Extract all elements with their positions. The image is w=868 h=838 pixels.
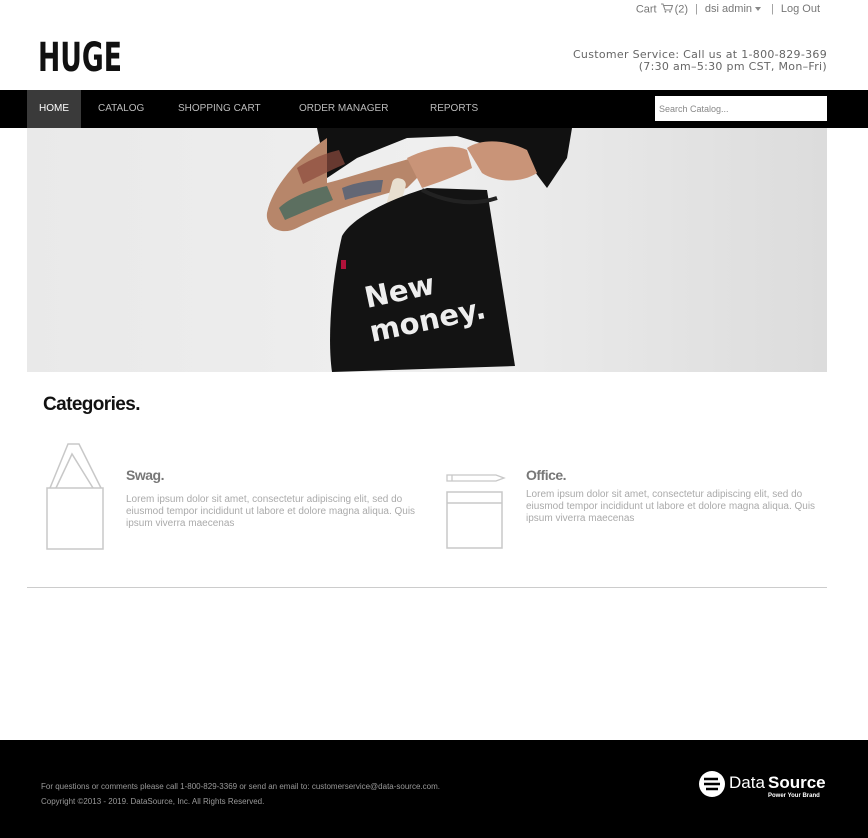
footer-contact: For questions or comments please call 1-…	[41, 782, 440, 791]
datasource-logo[interactable]: Data Source Power Your Brand	[698, 770, 828, 800]
chevron-down-icon	[755, 7, 761, 12]
cart-label: Cart	[635, 2, 657, 15]
category-name[interactable]: Office.	[526, 467, 567, 483]
nav-item-order-manager[interactable]: ORDER MANAGER	[299, 90, 388, 128]
utility-bar: Cart (2) | dsi admin | Log Out	[636, 2, 820, 16]
category-name[interactable]: Swag.	[126, 467, 164, 483]
brand-name-part1: Data	[729, 773, 765, 792]
footer-copyright: Copyright ©2013 - 2019. DataSource, Inc.…	[41, 797, 265, 806]
logout-link[interactable]: Log Out	[781, 3, 820, 15]
separator: |	[695, 3, 698, 15]
huge-logo: HUGE	[38, 35, 122, 81]
cart-count: (2)	[674, 2, 689, 15]
customer-service-line2: (7:30 am–5:30 pm CST, Mon–Fri)	[638, 60, 827, 73]
customer-service-info: Customer Service: Call us at 1-800-829-3…	[573, 49, 827, 73]
logo-text: HUGE	[38, 36, 122, 74]
datasource-logo-image: Data Source Power Your Brand	[699, 771, 826, 799]
nav-item-home[interactable]: HOME	[27, 90, 81, 128]
categories-title: Categories.	[43, 394, 140, 415]
separator: |	[771, 3, 774, 15]
tote-bag-icon	[44, 440, 106, 557]
nav-item-catalog[interactable]: CATALOG	[98, 90, 144, 128]
divider	[27, 587, 827, 588]
notepad-pencil-icon	[444, 470, 506, 557]
category-description: Lorem ipsum dolor sit amet, consectetur …	[126, 494, 416, 529]
nav-item-reports[interactable]: REPORTS	[430, 90, 478, 128]
hero-image: New money.	[27, 128, 827, 372]
user-label: dsi admin	[704, 3, 752, 15]
brand-name-part2: Source	[768, 773, 826, 792]
brand-tagline: Power Your Brand	[768, 793, 820, 799]
search-input[interactable]	[655, 96, 827, 121]
site-footer: For questions or comments please call 1-…	[0, 740, 868, 838]
cart-link[interactable]: Cart (2)	[636, 3, 688, 16]
hero-banner: New money.	[27, 128, 827, 372]
category-description: Lorem ipsum dolor sit amet, consectetur …	[526, 489, 816, 524]
nav-item-shopping-cart[interactable]: SHOPPING CART	[178, 90, 261, 128]
user-menu[interactable]: dsi admin	[705, 3, 761, 15]
site-logo[interactable]: HUGE	[38, 35, 124, 81]
cart-icon	[660, 2, 673, 16]
